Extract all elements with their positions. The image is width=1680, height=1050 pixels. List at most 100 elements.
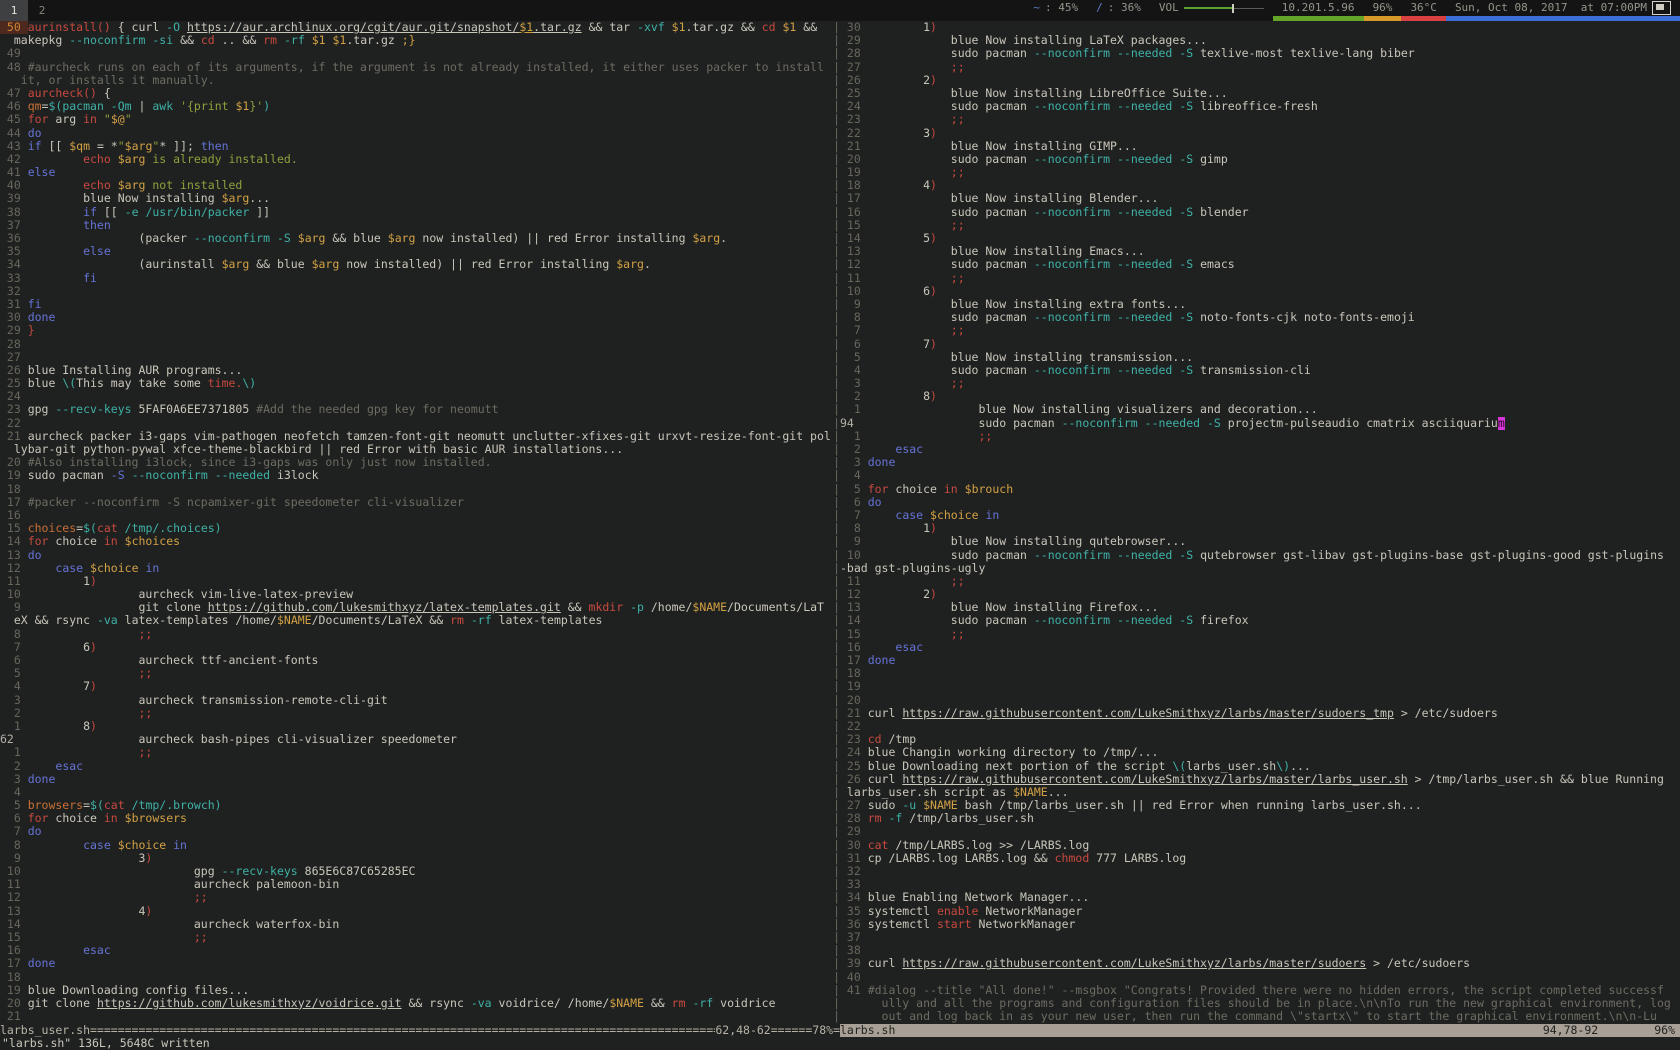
code-segment: -xvf <box>637 21 665 34</box>
code-line: 4 sudo pacman --noconfirm --needed -S tr… <box>840 364 1680 377</box>
code-segment: https://raw.githubusercontent.com/LukeSm… <box>902 707 1394 720</box>
line-number: 25 <box>840 87 868 100</box>
code-segment: . <box>644 258 651 271</box>
code-text: git clone https://github.com/lukesmithxy… <box>28 997 833 1010</box>
code-segment: ) <box>930 338 937 351</box>
code-segment: -S <box>1179 100 1193 113</box>
line-number: 22 <box>0 417 28 430</box>
code-segment: > /tmp/larbs_user.sh && blue Running <box>1408 773 1664 786</box>
code-line: 21| <box>0 1010 840 1023</box>
code-segment: projectm-pulseaudio cmatrix asciiquariu <box>1221 417 1498 430</box>
code-text: done <box>28 311 833 324</box>
code-segment: done <box>28 957 56 970</box>
code-segment: $@ <box>111 113 125 126</box>
right-editor-pane[interactable]: 30 1)29 blue Now installing LaTeX packag… <box>840 21 1680 1024</box>
code-segment: cp /LARBS.log LARBS.log && <box>868 852 1055 865</box>
split-separator: | <box>833 127 840 140</box>
code-text <box>28 47 833 60</box>
code-line: 21aurcheck packer i3-gaps vim-pathogen n… <box>0 430 840 443</box>
code-segment: ;; <box>951 377 965 390</box>
code-segment: https://github.com/lukesmithxyz/latex-te… <box>208 601 561 614</box>
code-segment: done <box>868 456 896 469</box>
code-segment: 4 <box>28 905 146 918</box>
line-number: 16 <box>0 944 28 957</box>
code-segment: in <box>173 839 187 852</box>
code-line: 10 aurcheck vim-live-latex-preview| <box>0 588 840 601</box>
volume-slider-thumb[interactable] <box>1232 4 1234 13</box>
code-segment: emacs <box>1193 258 1235 271</box>
code-line: 26curl https://raw.githubusercontent.com… <box>840 773 1680 786</box>
code-segment <box>83 562 90 575</box>
code-line: 15 ;;| <box>0 931 840 944</box>
code-segment: sudo pacman <box>868 364 1034 377</box>
line-number: 21 <box>0 1010 28 1023</box>
code-text: aurcheck ttf-ancient-fonts <box>28 654 833 667</box>
code-segment <box>868 575 951 588</box>
code-text: systemctl start NetworkManager <box>868 918 1680 931</box>
code-segment: --needed <box>1117 206 1172 219</box>
line-number: 31 <box>840 852 868 865</box>
code-line: 8 1) <box>840 522 1680 535</box>
code-segment: choices <box>28 522 76 535</box>
code-segment: latex-templates <box>492 614 603 627</box>
line-number: 44 <box>0 127 28 140</box>
line-number: 29 <box>0 324 28 337</box>
home-icon: ~ <box>1033 1 1040 14</box>
code-segment <box>1110 311 1117 324</box>
code-segment: NetworkManager <box>972 918 1076 931</box>
code-line: 2 esac <box>840 443 1680 456</box>
code-segment <box>1110 206 1117 219</box>
workspace-2-button[interactable]: 2 <box>28 0 56 21</box>
workspace-1-button[interactable]: 1 <box>0 0 28 21</box>
line-number: 2 <box>0 707 28 720</box>
code-line: 34 (aurinstall $arg && blue $arg now ins… <box>0 258 840 271</box>
code-segment <box>665 21 672 34</box>
split-separator: | <box>833 140 840 153</box>
code-text: fi <box>28 272 833 285</box>
code-line: 30cat /tmp/LARBS.log >> /LARBS.log <box>840 839 1680 852</box>
code-segment: -rf <box>692 997 713 1010</box>
code-text: ;; <box>868 219 1680 232</box>
code-segment: time. <box>208 377 243 390</box>
code-text: gpg --recv-keys 5FAF0A6EE7371805 #Add th… <box>28 403 833 416</box>
code-segment: for <box>28 535 49 548</box>
code-line: 25 blue Now installing LibreOffice Suite… <box>840 87 1680 100</box>
code-segment: #dialog --title "All done!" --msgbox "Co… <box>868 984 1664 997</box>
volume-slider[interactable] <box>1184 8 1264 9</box>
line-number: 24 <box>840 746 868 759</box>
code-line: 13 blue Now installing Emacs... <box>840 245 1680 258</box>
code-segment: $arg <box>222 258 250 271</box>
line-number: 12 <box>0 562 28 575</box>
left-editor-pane[interactable]: 50aurinstall() { curl -O https://aur.arc… <box>0 21 840 1024</box>
code-text: 1) <box>868 522 1680 535</box>
code-text: ;; <box>868 575 1680 588</box>
code-segment <box>868 509 896 522</box>
code-text <box>868 865 1680 878</box>
code-line: 25blue Downloading next portion of the s… <box>840 760 1680 773</box>
code-text: 6) <box>868 285 1680 298</box>
split-separator: | <box>833 694 840 707</box>
code-segment: ) <box>145 905 152 918</box>
line-number: 24 <box>840 100 868 113</box>
code-segment: aurcheck palemoon-bin <box>28 878 340 891</box>
code-segment <box>270 232 277 245</box>
code-line: 4 <box>840 469 1680 482</box>
line-number: 6 <box>0 654 28 667</box>
line-number: 39 <box>840 957 868 970</box>
line-number: 11 <box>840 575 868 588</box>
code-segment: { curl <box>111 21 166 34</box>
code-text <box>28 285 833 298</box>
code-segment: sudo pacman <box>868 100 1034 113</box>
code-segment: $arg <box>298 232 326 245</box>
code-text: blue Now installing $arg... <box>28 192 833 205</box>
line-number: 30 <box>840 839 868 852</box>
code-text: systemctl enable NetworkManager <box>868 905 1680 918</box>
code-segment: 1 <box>868 21 930 34</box>
code-segment: cd <box>868 733 882 746</box>
code-line: 48#aurcheck runs on each of its argument… <box>0 61 840 74</box>
split-separator: | <box>833 905 840 918</box>
code-line: 35systemctl enable NetworkManager <box>840 905 1680 918</box>
code-line: 8 sudo pacman --noconfirm --needed -S no… <box>840 311 1680 324</box>
code-segment <box>923 509 930 522</box>
code-text: (packer --noconfirm -S $arg && blue $arg… <box>28 232 833 245</box>
